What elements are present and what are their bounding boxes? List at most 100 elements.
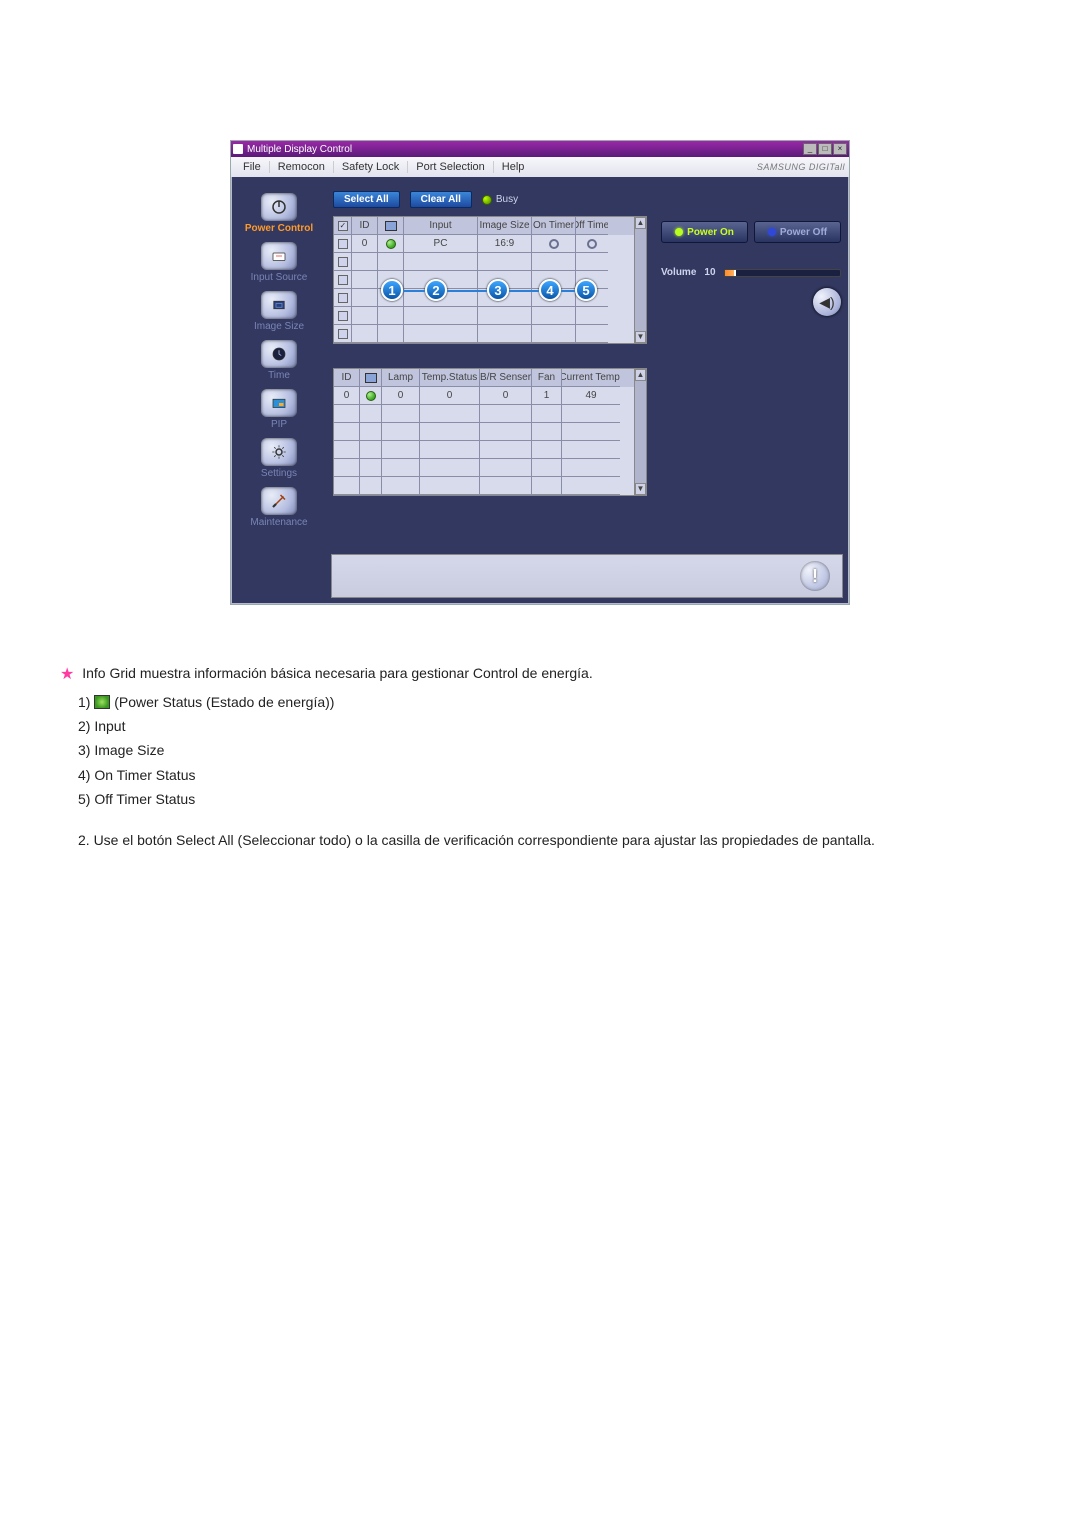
- alert-icon: !: [800, 561, 830, 591]
- col-br-senser: B/R Senser: [480, 369, 532, 387]
- window-buttons: _ □ ×: [803, 143, 847, 155]
- power-off-label: Power Off: [780, 227, 827, 238]
- item3: 3) Image Size: [78, 739, 1020, 761]
- cell-fan: 1: [532, 387, 562, 405]
- busy-label: Busy: [496, 194, 518, 205]
- maximize-button[interactable]: □: [818, 143, 832, 155]
- menubar: File Remocon Safety Lock Port Selection …: [231, 157, 849, 177]
- cell-current-temp: 49: [562, 387, 620, 405]
- status-strip: !: [331, 554, 843, 598]
- row-checkbox[interactable]: [338, 311, 348, 321]
- scroll-down-icon[interactable]: ▼: [635, 331, 646, 343]
- desc-intro: Info Grid muestra información básica nec…: [82, 665, 593, 681]
- info-grid-bottom: ID Lamp Temp.Status B/R Senser Fan Curre…: [333, 368, 647, 496]
- item2: 2) Input: [78, 715, 1020, 737]
- power-on-label: Power On: [687, 227, 734, 238]
- col-current-temp: Current Temp.: [562, 369, 620, 387]
- sidebar-item-power-control[interactable]: Power Control: [245, 193, 313, 234]
- col-off-timer: Off Timer: [576, 217, 608, 235]
- power-on-button[interactable]: Power On: [661, 221, 748, 243]
- sidebar-item-label: PIP: [271, 419, 287, 430]
- row-checkbox[interactable]: [338, 239, 348, 249]
- col-lamp: Lamp: [382, 369, 420, 387]
- item5: 5) Off Timer Status: [78, 788, 1020, 810]
- info-grid-top: ID Input Image Size On Timer Off Timer 0…: [333, 216, 647, 344]
- item1-suffix: (Power Status (Estado de energía)): [114, 694, 334, 710]
- header-checkbox[interactable]: [338, 221, 348, 231]
- cell-image-size: 16:9: [478, 235, 532, 253]
- row-checkbox[interactable]: [338, 275, 348, 285]
- sidebar-item-input-source[interactable]: Input Source: [251, 242, 308, 283]
- minimize-button[interactable]: _: [803, 143, 817, 155]
- scroll-up-icon[interactable]: ▲: [635, 217, 646, 229]
- item4: 4) On Timer Status: [78, 764, 1020, 786]
- center-panel: Select All Clear All Busy ID Input Image…: [327, 177, 653, 604]
- annotation-2: 2: [425, 279, 447, 301]
- menu-remocon[interactable]: Remocon: [270, 161, 334, 173]
- col-temp-status: Temp.Status: [420, 369, 480, 387]
- sidebar-item-image-size[interactable]: Image Size: [254, 291, 304, 332]
- speaker-icon[interactable]: ◀): [813, 288, 841, 316]
- row-checkbox[interactable]: [338, 293, 348, 303]
- col-id: ID: [352, 217, 378, 235]
- col-fan: Fan: [532, 369, 562, 387]
- volume-value: 10: [704, 267, 715, 278]
- busy-dot-icon: [482, 195, 492, 205]
- menu-port-selection[interactable]: Port Selection: [408, 161, 493, 173]
- description-block: ★ Info Grid muestra información básica n…: [60, 661, 1020, 851]
- row-checkbox[interactable]: [338, 257, 348, 267]
- close-button[interactable]: ×: [833, 143, 847, 155]
- scrollbar[interactable]: ▲ ▼: [634, 369, 646, 495]
- image-size-icon: [261, 291, 297, 319]
- col-image-size: Image Size: [478, 217, 532, 235]
- col-on-timer: On Timer: [532, 217, 576, 235]
- sidebar-item-time[interactable]: Time: [261, 340, 297, 381]
- brand-label: SAMSUNG DIGITall: [757, 162, 845, 172]
- volume-slider[interactable]: [724, 269, 841, 277]
- volume-row: Volume 10: [661, 267, 841, 278]
- sidebar-item-label: Input Source: [251, 272, 308, 283]
- sidebar: Power Control Input Source Image Size Ti…: [231, 177, 327, 604]
- scrollbar[interactable]: ▲ ▼: [634, 217, 646, 343]
- cell-br-senser: 0: [480, 387, 532, 405]
- power-icon: [261, 193, 297, 221]
- right-panel: Power On Power Off Volume 10 ◀): [653, 177, 849, 604]
- sidebar-item-settings[interactable]: Settings: [261, 438, 297, 479]
- power-off-dot-icon: [768, 228, 776, 236]
- menu-help[interactable]: Help: [494, 161, 533, 173]
- menu-safety-lock[interactable]: Safety Lock: [334, 161, 408, 173]
- cell-id: 0: [334, 387, 360, 405]
- cell-input: PC: [404, 235, 478, 253]
- settings-icon: [261, 438, 297, 466]
- clear-all-button[interactable]: Clear All: [410, 191, 472, 208]
- annotation-3: 3: [487, 279, 509, 301]
- sidebar-item-label: Image Size: [254, 321, 304, 332]
- power-off-button[interactable]: Power Off: [754, 221, 841, 243]
- scroll-down-icon[interactable]: ▼: [635, 483, 646, 495]
- window-title: Multiple Display Control: [247, 144, 352, 155]
- input-source-icon: [261, 242, 297, 270]
- star-icon: ★: [60, 662, 74, 688]
- maintenance-icon: [261, 487, 297, 515]
- select-all-button[interactable]: Select All: [333, 191, 400, 208]
- col-input: Input: [404, 217, 478, 235]
- scroll-up-icon[interactable]: ▲: [635, 369, 646, 381]
- app-icon: [233, 144, 243, 154]
- desc-paragraph-2: 2. Use el botón Select All (Seleccionar …: [78, 829, 1020, 851]
- power-on-dot-icon: [675, 228, 683, 236]
- row-checkbox[interactable]: [338, 329, 348, 339]
- annotation-1: 1: [381, 279, 403, 301]
- time-icon: [261, 340, 297, 368]
- annotation-4: 4: [539, 279, 561, 301]
- pip-icon: [261, 389, 297, 417]
- sidebar-item-pip[interactable]: PIP: [261, 389, 297, 430]
- menu-file[interactable]: File: [235, 161, 270, 173]
- sidebar-item-label: Time: [268, 370, 290, 381]
- power-status-inline-icon: [94, 695, 110, 709]
- power-status-on-icon: [386, 239, 396, 249]
- sidebar-item-maintenance[interactable]: Maintenance: [250, 487, 307, 528]
- app-window: Multiple Display Control _ □ × File Remo…: [230, 140, 850, 605]
- cell-id: 0: [352, 235, 378, 253]
- sidebar-item-label: Power Control: [245, 223, 313, 234]
- annotation-5: 5: [575, 279, 597, 301]
